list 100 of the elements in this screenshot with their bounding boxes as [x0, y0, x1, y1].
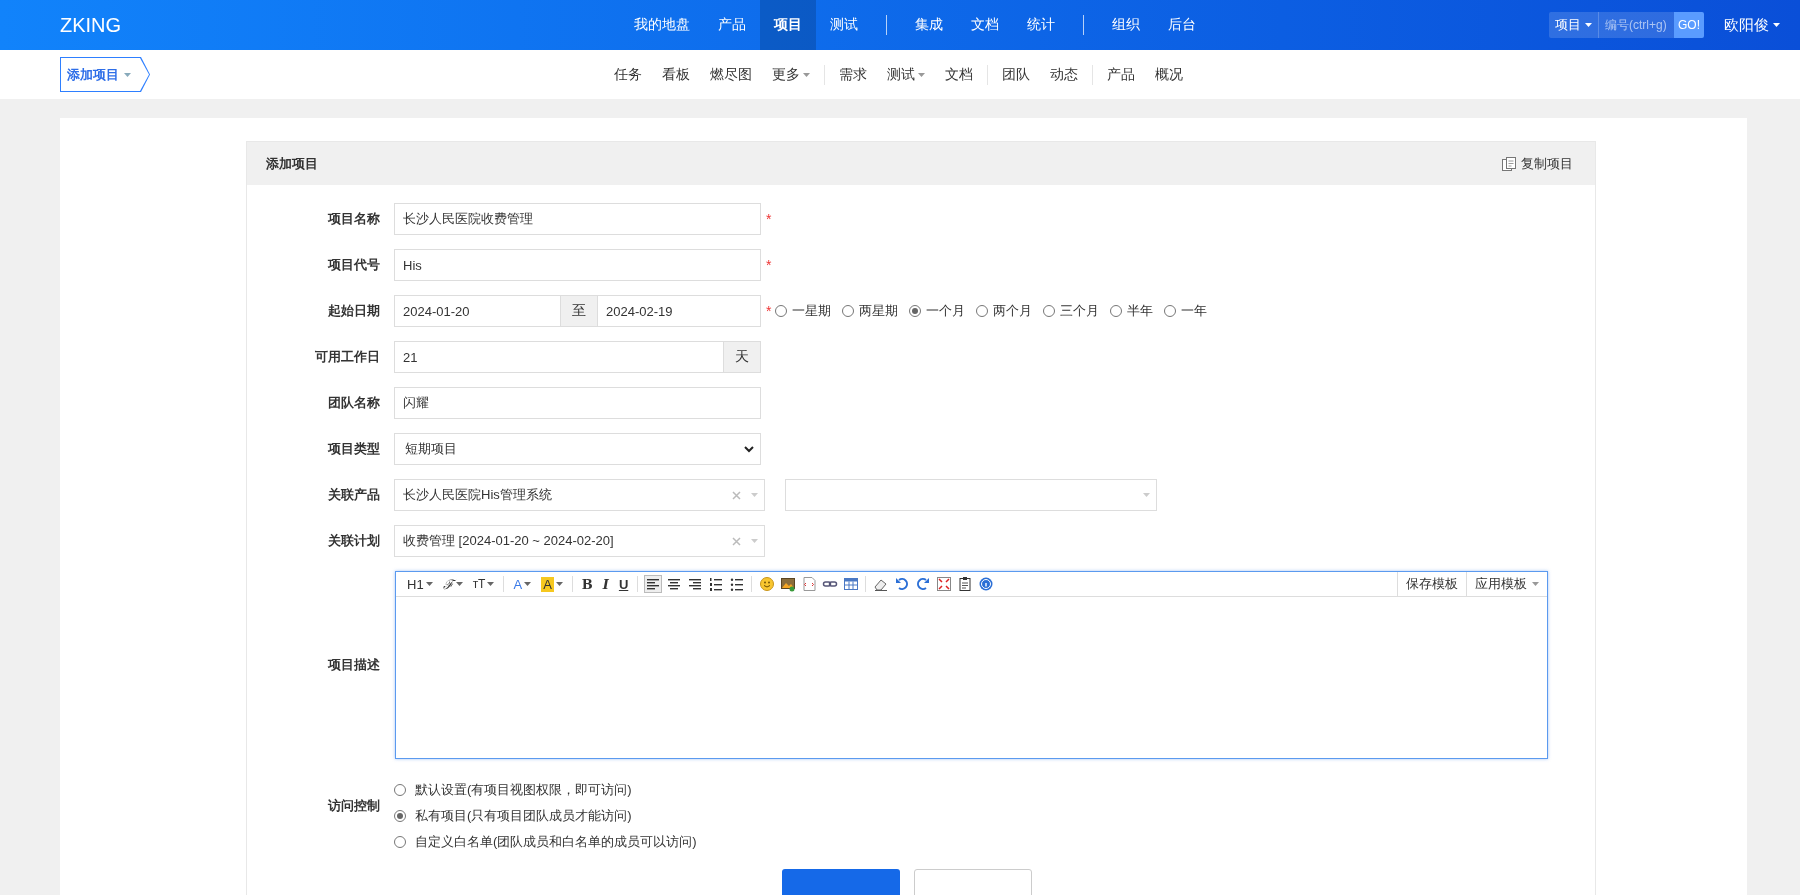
caret-icon	[1773, 23, 1780, 27]
radio-label[interactable]: 两星期	[859, 302, 899, 320]
radio-label[interactable]: 一年	[1181, 302, 1208, 320]
radio-button[interactable]	[909, 305, 922, 317]
rich-text-editor[interactable]: H1 ℱ ᴛT A A B I U 保存模板 应用模板	[395, 571, 1548, 759]
font-size-button[interactable]: ᴛT	[467, 574, 500, 594]
smiley-icon[interactable]	[757, 575, 776, 593]
number-field[interactable]: 21	[394, 341, 724, 373]
text-field[interactable]: 长沙人民医院收费管理	[394, 203, 761, 235]
font-button[interactable]: ℱ	[437, 574, 468, 594]
table-icon[interactable]	[841, 575, 860, 593]
radio-button[interactable]	[976, 305, 989, 317]
field-label: 项目类型	[326, 440, 380, 458]
sub-nav-link[interactable]: 任务	[604, 65, 652, 84]
text-field[interactable]: 闪耀	[394, 387, 761, 419]
radio-button[interactable]	[394, 836, 406, 848]
copy-icon	[1501, 155, 1517, 172]
nav-tab[interactable]: 我的地盘	[620, 0, 704, 50]
caret-icon	[803, 72, 810, 77]
picker-field[interactable]: 收费管理 [2024-01-20 ~ 2024-02-20]	[394, 525, 765, 557]
caret-icon	[1532, 582, 1539, 586]
radio-button[interactable]	[394, 810, 406, 822]
radio-label[interactable]: 一星期	[792, 302, 832, 320]
caret-icon	[1585, 23, 1592, 27]
required-mark: *	[766, 257, 772, 273]
radio-label[interactable]: 两个月	[993, 302, 1033, 320]
radio-label[interactable]: 三个月	[1060, 302, 1100, 320]
date-field[interactable]: 2024-02-19	[597, 295, 761, 327]
sub-nav-link[interactable]: 文档	[935, 65, 983, 84]
sub-nav-link[interactable]: 动态	[1040, 65, 1088, 84]
logo: ZKING	[60, 13, 123, 37]
radio-label[interactable]: 自定义白名单(团队成员和白名单的成员可以访问)	[415, 833, 697, 851]
nav-tab[interactable]: 项目	[760, 0, 816, 50]
sub-nav-link[interactable]: 概况	[1145, 65, 1193, 84]
sub-nav-link[interactable]: 更多	[762, 65, 820, 84]
italic-button[interactable]: I	[597, 574, 614, 594]
radio-label[interactable]: 默认设置(有项目视图权限，即可访问)	[415, 781, 632, 799]
text-color-button[interactable]: A	[508, 574, 537, 594]
select-field[interactable]: 短期项目	[394, 433, 761, 465]
field-label: 关联产品	[327, 486, 380, 504]
radio-label[interactable]: 私有项目(只有项目团队成员才能访问)	[415, 807, 632, 825]
image-icon[interactable]	[778, 575, 797, 593]
required-mark: *	[766, 211, 772, 227]
radio-label[interactable]: 半年	[1127, 302, 1154, 320]
caret-icon	[1143, 493, 1150, 497]
nav-tab[interactable]: 文档	[957, 0, 1013, 50]
nav-tab[interactable]: 集成	[901, 0, 957, 50]
breadcrumb-button[interactable]: 添加项目	[60, 57, 150, 92]
radio-label[interactable]: 一个月	[926, 302, 966, 320]
sub-nav-link[interactable]: 燃尽图	[700, 65, 762, 84]
picker-field[interactable]: 长沙人民医院His管理系统	[394, 479, 765, 511]
heading-button[interactable]: H1	[402, 574, 438, 594]
caret-icon	[751, 493, 758, 497]
text-field[interactable]: His	[394, 249, 761, 281]
radio-button[interactable]	[394, 784, 406, 796]
radio-button[interactable]	[775, 305, 788, 317]
field-label: 访问控制	[326, 797, 380, 815]
field-label: 可用工作日	[314, 348, 380, 366]
date-field[interactable]: 2024-01-20	[394, 295, 561, 327]
caret-icon	[555, 582, 563, 586]
caret-icon	[124, 72, 131, 77]
caret-icon	[455, 582, 463, 586]
nav-tab[interactable]: 统计	[1013, 0, 1069, 50]
nav-tab[interactable]: 后台	[1154, 0, 1210, 50]
chevron-down-icon	[744, 445, 754, 453]
nav-tab[interactable]: 测试	[816, 0, 872, 50]
caret-icon	[918, 72, 925, 77]
align-left-icon[interactable]	[643, 575, 662, 593]
caret-icon	[751, 539, 758, 543]
field-label: 项目代号	[326, 256, 380, 274]
search-type-dropdown[interactable]: 项目	[1549, 12, 1598, 38]
copy-project-link[interactable]: 复制项目	[1501, 154, 1573, 173]
unit-label: 天	[723, 341, 761, 373]
sub-nav-link[interactable]: 看板	[652, 65, 700, 84]
range-separator: 至	[560, 295, 598, 327]
sub-nav-link[interactable]: 需求	[829, 65, 877, 84]
sub-nav-link[interactable]: 产品	[1097, 65, 1145, 84]
bold-button[interactable]: B	[576, 574, 598, 594]
field-label: 起始日期	[327, 302, 380, 320]
field-label: 关联计划	[327, 532, 380, 550]
picker-field[interactable]	[785, 479, 1157, 511]
highlight-button[interactable]: A	[536, 574, 568, 594]
caret-icon	[524, 582, 532, 586]
field-label: 项目描述	[326, 656, 380, 674]
underline-button[interactable]: U	[613, 574, 634, 594]
radio-button[interactable]	[1164, 305, 1177, 317]
radio-button[interactable]	[1043, 305, 1056, 317]
radio-button[interactable]	[842, 305, 855, 317]
sub-nav-link[interactable]: 测试	[877, 65, 935, 84]
panel-title: 添加项目	[266, 154, 318, 173]
radio-button[interactable]	[1110, 305, 1123, 317]
sub-nav-link[interactable]: 团队	[992, 65, 1040, 84]
caret-icon	[487, 582, 495, 586]
caret-icon	[425, 582, 433, 586]
nav-tab[interactable]: 组织	[1098, 0, 1154, 50]
nav-tab[interactable]: 产品	[704, 0, 760, 50]
field-label: 团队名称	[327, 394, 380, 412]
fullscreen-icon[interactable]	[934, 575, 953, 593]
user-menu[interactable]: 欧阳俊	[1724, 15, 1780, 35]
required-mark: *	[766, 303, 772, 319]
